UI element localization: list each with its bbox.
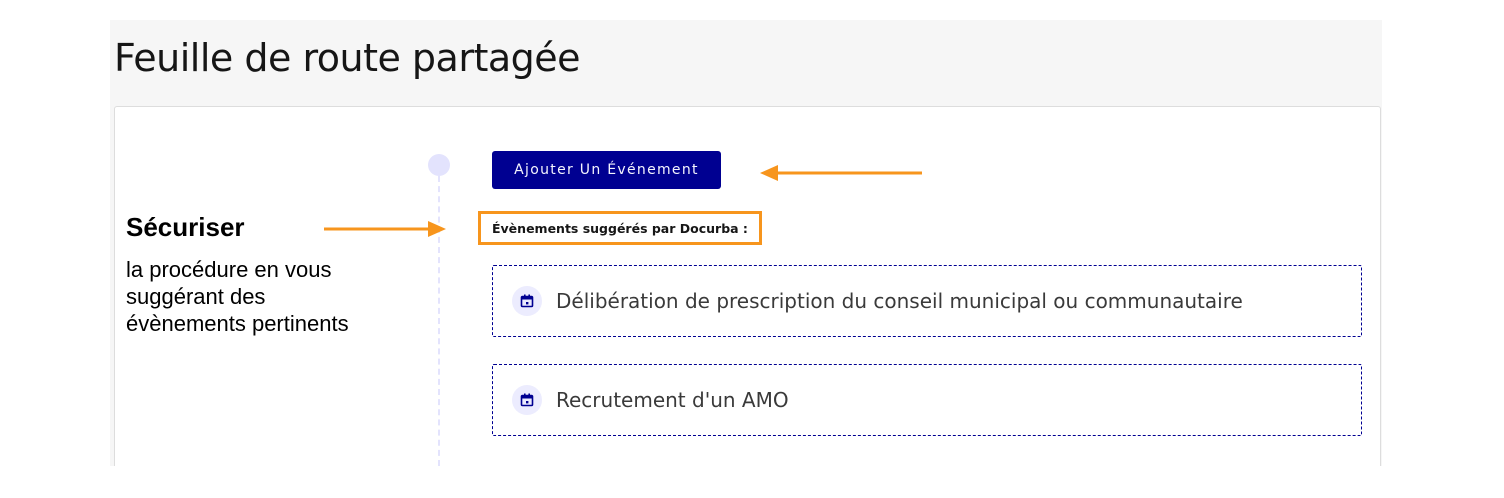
suggested-event-label: Recrutement d'un AMO bbox=[556, 388, 789, 412]
suggested-event-card[interactable]: Recrutement d'un AMO bbox=[492, 364, 1362, 436]
annotation-heading: Sécuriser bbox=[126, 212, 245, 242]
suggestions-title: Évènements suggérés par Docurba : bbox=[478, 211, 762, 245]
annotation-line: suggérant des bbox=[126, 284, 266, 309]
suggested-event-card[interactable]: Délibération de prescription du conseil … bbox=[492, 265, 1362, 337]
arrow-right-icon bbox=[324, 221, 446, 237]
calendar-icon bbox=[512, 286, 542, 316]
annotation-line: la procédure en vous bbox=[126, 257, 332, 282]
page-title: Feuille de route partagée bbox=[114, 36, 581, 80]
annotation-line: évènements pertinents bbox=[126, 311, 349, 336]
suggested-event-label: Délibération de prescription du conseil … bbox=[556, 289, 1243, 313]
calendar-icon bbox=[512, 385, 542, 415]
arrow-left-icon bbox=[760, 165, 922, 181]
annotation-text: la procédure en vous suggérant des évène… bbox=[126, 256, 349, 337]
add-event-button[interactable]: Ajouter Un Événement bbox=[492, 151, 721, 189]
timeline-dot bbox=[428, 154, 450, 176]
